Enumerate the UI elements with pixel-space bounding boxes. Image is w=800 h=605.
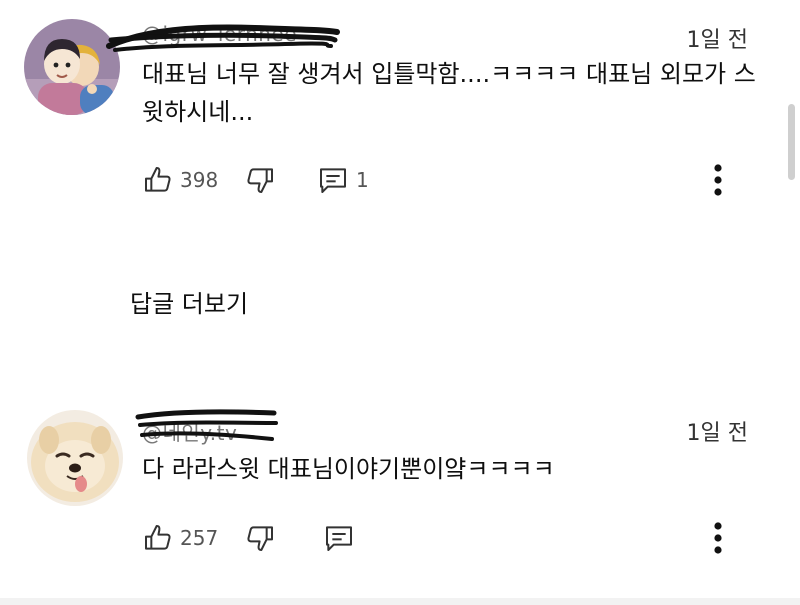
thumbs-down-icon: [247, 526, 273, 551]
comment-icon: [320, 168, 346, 193]
bottom-divider: [0, 598, 800, 605]
comment-thread-1: @igrw_lernhee 1일 전 대표님 너무 잘 생겨서 입틀막함....…: [0, 0, 800, 230]
more-replies-link[interactable]: 답글 더보기: [126, 280, 252, 323]
dislike-button[interactable]: [244, 160, 276, 200]
comment-author-handle[interactable]: @igrw_lernhee: [142, 22, 297, 46]
comments-page: @igrw_lernhee 1일 전 대표님 너무 잘 생겨서 입틀막함....…: [0, 0, 800, 605]
like-count: 257: [180, 526, 219, 550]
comment-timestamp: 1일 전: [686, 421, 748, 446]
vertical-dots-icon: [714, 522, 722, 554]
comment-text: 다 라라스윗 대표님이야기뿐이얔ㅋㅋㅋㅋ: [142, 455, 555, 483]
comment-thread-2: @네인y.tv 1일 전 다 라라스윗 대표님이야기뿐이얔ㅋㅋㅋㅋ 257: [0, 395, 800, 595]
comment-icon: [326, 526, 352, 551]
like-count: 398: [180, 168, 219, 192]
comment-text: 대표님 너무 잘 생겨서 입틀막함....ㅋㅋㅋㅋ 대표님 외모가 스윗하시네.…: [142, 60, 756, 126]
scrollbar-thumb[interactable]: [788, 104, 795, 180]
more-options-button[interactable]: [700, 160, 736, 200]
pomeranian-avatar-icon[interactable]: [27, 410, 123, 506]
reply-button[interactable]: 1: [316, 160, 369, 200]
comment-author-handle[interactable]: @네인y.tv: [142, 417, 237, 446]
reply-button[interactable]: [322, 518, 356, 558]
like-button[interactable]: 398: [142, 160, 218, 200]
thumbs-down-icon: [247, 168, 273, 193]
thumbs-up-icon: [145, 525, 171, 550]
more-options-button[interactable]: [700, 518, 736, 558]
comment-timestamp: 1일 전: [686, 28, 748, 53]
like-button[interactable]: 257: [142, 518, 218, 558]
dislike-button[interactable]: [244, 518, 276, 558]
thumbs-up-icon: [145, 167, 171, 192]
vertical-dots-icon: [714, 164, 722, 196]
reply-count: 1: [356, 168, 369, 192]
cartoon-avatar-icon[interactable]: [24, 19, 120, 115]
